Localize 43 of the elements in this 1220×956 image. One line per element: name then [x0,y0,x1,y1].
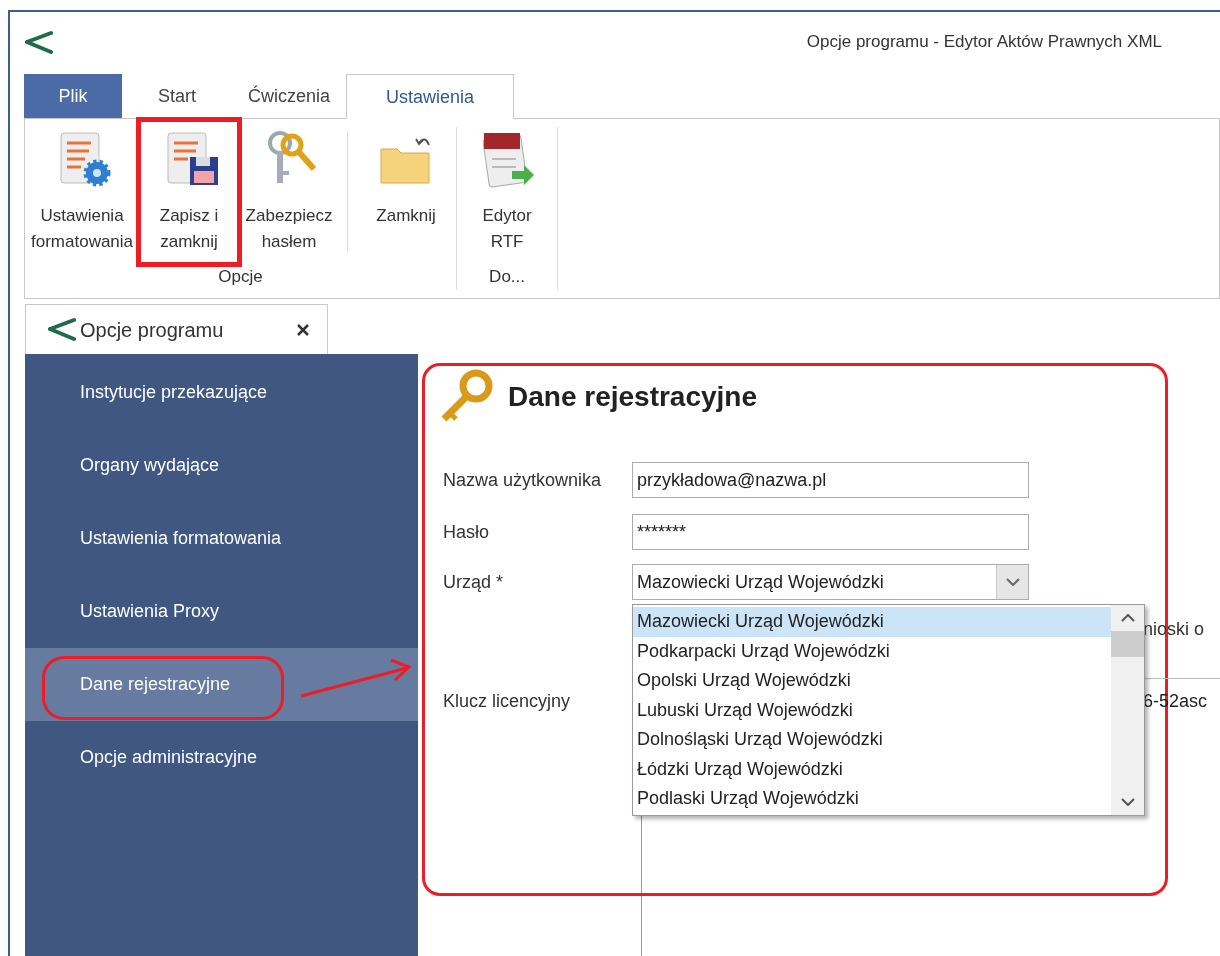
dropdown-option[interactable]: Podlaski Urząd Wojewódzki [633,784,1111,814]
dropdown-option[interactable]: Dolnośląski Urząd Wojewódzki [633,725,1111,755]
sidebar-item[interactable]: Opcje administracyjne [25,721,418,794]
ribbon-button[interactable]: Ustawienia formatowania [25,127,140,255]
ribbon-tab[interactable]: Ćwiczenia [232,74,347,118]
chevron-down-icon [1005,578,1020,586]
sidebar-item[interactable]: Instytucje przekazujące [25,356,418,429]
input-field[interactable]: przykładowa@nazwa.pl [632,462,1029,498]
dropdown-button[interactable] [996,565,1028,599]
field-label: Hasło [443,521,491,544]
close-icon[interactable] [295,321,311,338]
ribbon-button[interactable]: Zamknij [356,127,457,229]
dropdown-option[interactable]: Lubuski Urząd Wojewódzki [633,695,1111,725]
password-field[interactable]: ******* [632,514,1029,550]
sidebar-item[interactable]: Organy wydające [25,429,418,502]
ribbon-group-label: Opcje [217,266,264,288]
ribbon-tab[interactable]: Start [122,74,232,118]
app-logo-icon [25,29,53,55]
ribbon-button[interactable]: Edytor RTF [457,127,558,255]
ribbon-tab[interactable]: Ustawienia [346,74,515,119]
dropdown-option[interactable]: Podkarpacki Urząd Wojewódzki [633,636,1111,666]
ribbon-tab[interactable]: Plik [24,74,122,118]
chevron-down-icon [1120,798,1135,806]
chevron-up-icon [1120,614,1135,622]
ribbon-button[interactable]: Zabezpiecz hasłem [239,127,340,255]
document-tab[interactable]: Opcje programu [25,304,328,354]
sidebar-item[interactable]: Ustawienia formatowania [25,502,418,575]
dropdown-option[interactable]: Łódzki Urząd Wojewódzki [633,754,1111,784]
sidebar-item[interactable]: Ustawienia Proxy [25,575,418,648]
sidebar-item[interactable]: Dane rejestracyjne [25,648,418,721]
ribbon-group-label: Do... [488,266,526,288]
field-label: Nazwa użytkownika [443,469,603,492]
dropdown-option[interactable]: Mazowiecki Urząd Wojewódzki [633,607,1111,637]
dropdown-field[interactable]: Mazowiecki Urząd Wojewódzki [632,564,1029,600]
scrollbar-thumb[interactable] [1111,631,1144,657]
field-label: Klucz licencyjny [443,690,572,713]
dropdown-option[interactable]: Opolski Urząd Wojewódzki [633,666,1111,696]
scrollbar[interactable] [1111,605,1144,815]
field-label: Urząd * [443,571,505,594]
panel-title: Dane rejestracyjne [508,380,758,414]
window-title: Opcje programu - Edytor Aktów Prawnych XML [806,31,1162,54]
ribbon-button[interactable]: Zapisz i zamknij [139,127,240,255]
app-logo-icon [48,317,76,342]
